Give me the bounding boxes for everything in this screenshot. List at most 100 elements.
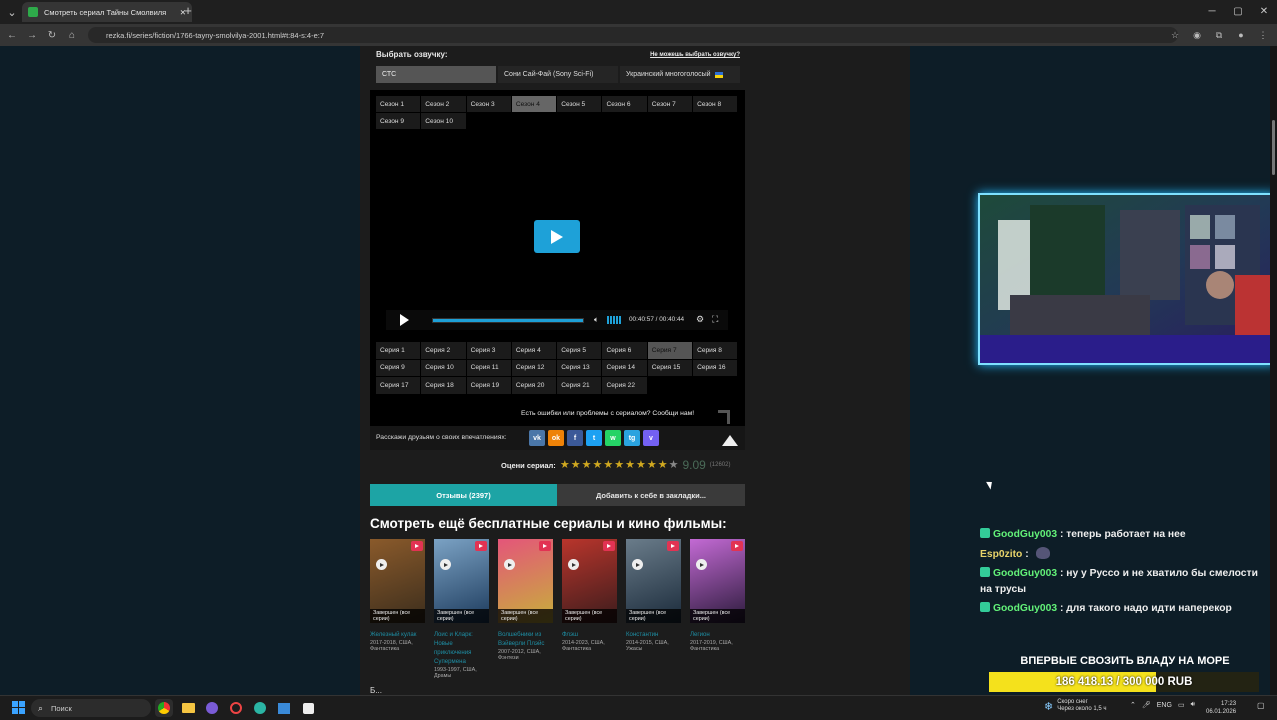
tab-list-icon[interactable]: ⌄ <box>0 1 24 23</box>
episode-button[interactable]: Серия 6 <box>602 342 647 359</box>
home-icon[interactable]: ⌂ <box>62 25 82 45</box>
app-icon-purple[interactable] <box>203 699 221 717</box>
episode-button[interactable]: Серия 1 <box>376 342 421 359</box>
app-icon-white[interactable] <box>299 699 317 717</box>
telegram-share-icon[interactable]: tg <box>624 430 640 446</box>
episode-button[interactable]: Серия 8 <box>693 342 738 359</box>
card-play-icon[interactable] <box>504 559 515 570</box>
star-icon[interactable]: ★ <box>625 459 635 471</box>
episode-button[interactable]: Серия 15 <box>647 359 693 376</box>
card-poster[interactable]: Завершен (все серии) <box>626 539 681 623</box>
card-play-icon[interactable] <box>568 559 579 570</box>
chrome-icon[interactable] <box>155 699 173 717</box>
volume-icon[interactable]: 🔈︎ <box>594 315 599 325</box>
card-title[interactable]: Лоис и Кларк: Новые приключения Супермен… <box>434 630 489 666</box>
episode-button[interactable]: Серия 5 <box>557 342 602 359</box>
url-field[interactable]: rezka.fi/series/fiction/1766-tayny-smolv… <box>88 27 1178 43</box>
season-button[interactable]: Сезон 9 <box>376 113 421 129</box>
card-play-icon[interactable] <box>632 559 643 570</box>
season-button[interactable]: Сезон 1 <box>376 96 421 112</box>
star-icon[interactable]: ★ <box>669 459 679 471</box>
profile-icon[interactable]: ● <box>1233 27 1249 43</box>
forward-icon[interactable]: → <box>22 25 42 45</box>
recommendation-card[interactable]: Завершен (все серии) Легион 2017-2019, США… <box>690 539 745 680</box>
star-icon[interactable]: ★ <box>571 459 581 471</box>
twitter-share-icon[interactable]: t <box>586 430 602 446</box>
card-title[interactable]: Железный кулак <box>370 630 425 639</box>
episode-button[interactable]: Серия 3 <box>466 342 511 359</box>
recommendation-card[interactable]: Завершен (все серии) Константин 2014-2015,… <box>626 539 681 680</box>
app-icon-teal[interactable] <box>251 699 269 717</box>
whatsapp-share-icon[interactable]: w <box>605 430 621 446</box>
settings-gear-icon[interactable]: ⚙ <box>696 314 704 325</box>
star-icon[interactable]: ★ <box>582 459 592 471</box>
taskbar-search[interactable]: ⌕ Поиск <box>31 699 151 717</box>
season-button[interactable]: Сезон 2 <box>421 96 466 112</box>
seek-bar[interactable] <box>432 318 584 323</box>
voice-option-sony[interactable]: Сони Сай-Фай (Sony Sci-Fi) <box>498 66 618 83</box>
season-button[interactable]: Сезон 8 <box>693 96 738 112</box>
menu-icon[interactable]: ⋮ <box>1255 27 1271 43</box>
season-button[interactable]: Сезон 5 <box>557 96 602 112</box>
card-poster[interactable]: Завершен (все серии) <box>370 539 425 623</box>
viber-share-icon[interactable]: v <box>643 430 659 446</box>
fullscreen-icon[interactable]: ⛶ <box>712 314 718 325</box>
cant-choose-voice-link[interactable]: Не можешь выбрать озвучку? <box>650 52 740 58</box>
new-tab-icon[interactable]: + <box>180 3 196 19</box>
app-icon-blue[interactable] <box>275 699 293 717</box>
close-window-icon[interactable]: ✕ <box>1251 0 1277 22</box>
scrollbar-thumb[interactable] <box>1272 120 1275 175</box>
reload-icon[interactable]: ↻ <box>42 25 62 45</box>
voice-option-ukrainian[interactable]: Украинский многоголосый <box>620 66 740 83</box>
episode-button[interactable]: Серия 9 <box>376 359 421 376</box>
browser-tab[interactable]: Смотреть сериал Тайны Смолвиля ✕ <box>22 2 192 22</box>
star-icon[interactable]: ★ <box>658 459 668 471</box>
tray-chevron-icon[interactable]: ⌃ <box>1130 701 1136 709</box>
language-indicator[interactable]: ENG <box>1157 702 1172 709</box>
facebook-share-icon[interactable]: f <box>567 430 583 446</box>
card-play-icon[interactable] <box>696 559 707 570</box>
extension-icon[interactable]: ◉ <box>1189 27 1205 43</box>
voice-option-sts[interactable]: СТС <box>376 66 496 83</box>
recommendation-card[interactable]: Завершен (все серии) Железный кулак 2017-2… <box>370 539 425 680</box>
star-icon[interactable]: ★ <box>592 459 602 471</box>
card-poster[interactable]: Завершен (все серии) <box>562 539 617 623</box>
report-problem-text[interactable]: Есть ошибки или проблемы с сериалом? Соо… <box>521 410 694 417</box>
card-poster[interactable]: Завершен (все серии) <box>690 539 745 623</box>
play-button[interactable] <box>400 314 409 326</box>
season-button[interactable]: Сезон 7 <box>647 96 693 112</box>
vk-share-icon[interactable]: vk <box>529 430 545 446</box>
episode-button[interactable]: Серия 17 <box>376 377 421 394</box>
card-poster[interactable]: Завершен (все серии) <box>434 539 489 623</box>
episode-button[interactable]: Серия 12 <box>511 359 557 376</box>
star-icon[interactable]: ★ <box>614 459 624 471</box>
star-icon[interactable]: ★ <box>647 459 657 471</box>
scroll-up-icon[interactable] <box>720 430 740 446</box>
episode-button[interactable]: Серия 13 <box>557 359 602 376</box>
notifications-icon[interactable]: ▢ <box>1257 701 1267 711</box>
card-title[interactable]: Константин <box>626 630 681 639</box>
star-icon[interactable]: ★ <box>560 459 570 471</box>
recommendation-card[interactable]: Завершен (все серии) Лоис и Кларк: Новые … <box>434 539 489 680</box>
volume-slider[interactable] <box>607 316 623 324</box>
episode-button[interactable]: Серия 20 <box>511 377 557 394</box>
episode-button[interactable]: Серия 16 <box>693 359 738 376</box>
season-button[interactable]: Сезон 4 <box>511 96 557 112</box>
episode-button[interactable]: Серия 21 <box>557 377 602 394</box>
card-play-icon[interactable] <box>440 559 451 570</box>
maximize-icon[interactable]: ▢ <box>1225 0 1251 22</box>
rating-stars[interactable]: ★ ★ ★ ★ ★ ★ ★ ★ ★ ★ ★ <box>560 459 679 471</box>
season-button[interactable]: Сезон 10 <box>421 113 466 129</box>
episode-button[interactable]: Серия 2 <box>421 342 466 359</box>
season-button[interactable]: Сезон 3 <box>466 96 511 112</box>
windows-start-icon[interactable] <box>12 701 25 714</box>
episode-button[interactable]: Серия 4 <box>511 342 557 359</box>
episode-button[interactable]: Серия 22 <box>602 377 647 394</box>
tab-bookmark[interactable]: Добавить к себе в закладки... <box>557 484 745 506</box>
episode-button[interactable]: Серия 19 <box>466 377 511 394</box>
video-player[interactable]: Сезон 1 Сезон 2 Сезон 3 Сезон 4 Сезон 5 Сезон… <box>370 90 745 450</box>
episode-button[interactable]: Серия 7 <box>647 342 693 359</box>
episode-button[interactable]: Серия 11 <box>466 359 511 376</box>
file-explorer-icon[interactable] <box>179 699 197 717</box>
weather-widget[interactable]: ❄ Скоро снег Через около 1,5 ч <box>1044 699 1106 713</box>
